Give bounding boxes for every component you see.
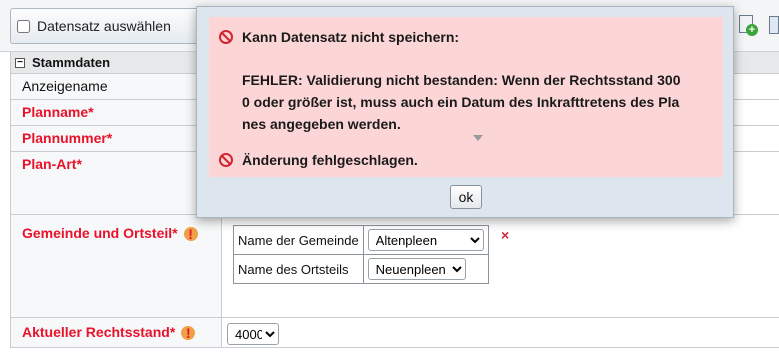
field-label-plan-name: Planname* bbox=[22, 104, 94, 120]
field-label-plan-type: Plan-Art* bbox=[22, 156, 82, 172]
municipality-name-label: Name der Gemeinde bbox=[233, 225, 364, 255]
legal-status-select[interactable]: 4000 bbox=[227, 323, 279, 345]
select-record-label: Datensatz auswählen bbox=[37, 18, 171, 34]
select-record-checkbox[interactable] bbox=[17, 19, 30, 33]
table-row: Name der Gemeinde Altenpleen bbox=[233, 225, 489, 255]
municipality-table: Name der Gemeinde Altenpleen Name des Or… bbox=[233, 225, 489, 284]
remove-icon[interactable]: × bbox=[501, 227, 509, 243]
ok-button[interactable]: ok bbox=[450, 185, 482, 209]
section-title: Stammdaten bbox=[32, 55, 111, 70]
info-icon[interactable]: ! bbox=[183, 227, 198, 242]
error-text-line: nes angegeben werden. bbox=[242, 116, 401, 132]
error-message-area: Kann Datensatz nicht speichern: FEHLER: … bbox=[209, 17, 723, 177]
forbidden-icon bbox=[219, 30, 233, 44]
document-icon[interactable] bbox=[768, 14, 779, 38]
failure-message: Änderung fehlgeschlagen. bbox=[242, 152, 418, 168]
field-row-municipality: Gemeinde und Ortsteil*! Name der Gemeind… bbox=[11, 215, 779, 318]
add-document-icon[interactable]: + bbox=[737, 14, 759, 38]
municipality-select[interactable]: Altenpleen bbox=[367, 229, 484, 251]
info-icon[interactable]: ! bbox=[181, 326, 196, 341]
field-label-legal-status: Aktueller Rechtsstand* bbox=[22, 324, 176, 340]
field-label-display-name: Anzeigename bbox=[22, 78, 108, 94]
dialog-title: Kann Datensatz nicht speichern: bbox=[242, 29, 460, 45]
error-text-line: FEHLER: Validierung nicht bestanden: Wen… bbox=[242, 72, 681, 88]
scroll-down-icon[interactable] bbox=[473, 135, 483, 141]
error-text-line: 0 oder größer ist, muss auch ein Datum d… bbox=[242, 94, 680, 110]
district-select[interactable]: Neuenpleen bbox=[367, 258, 466, 280]
district-name-label: Name des Ortsteils bbox=[233, 254, 364, 284]
field-row-legal-status: Aktueller Rechtsstand*! 4000 bbox=[11, 318, 779, 348]
collapse-icon[interactable]: − bbox=[15, 57, 25, 68]
table-row: Name des Ortsteils Neuenpleen bbox=[233, 254, 489, 284]
forbidden-icon bbox=[219, 153, 233, 167]
field-label-municipality: Gemeinde und Ortsteil* bbox=[22, 225, 178, 241]
field-label-plan-number: Plannummer* bbox=[22, 130, 113, 146]
select-record-button[interactable]: Datensatz auswählen bbox=[10, 8, 215, 44]
error-dialog: Kann Datensatz nicht speichern: FEHLER: … bbox=[196, 6, 734, 218]
